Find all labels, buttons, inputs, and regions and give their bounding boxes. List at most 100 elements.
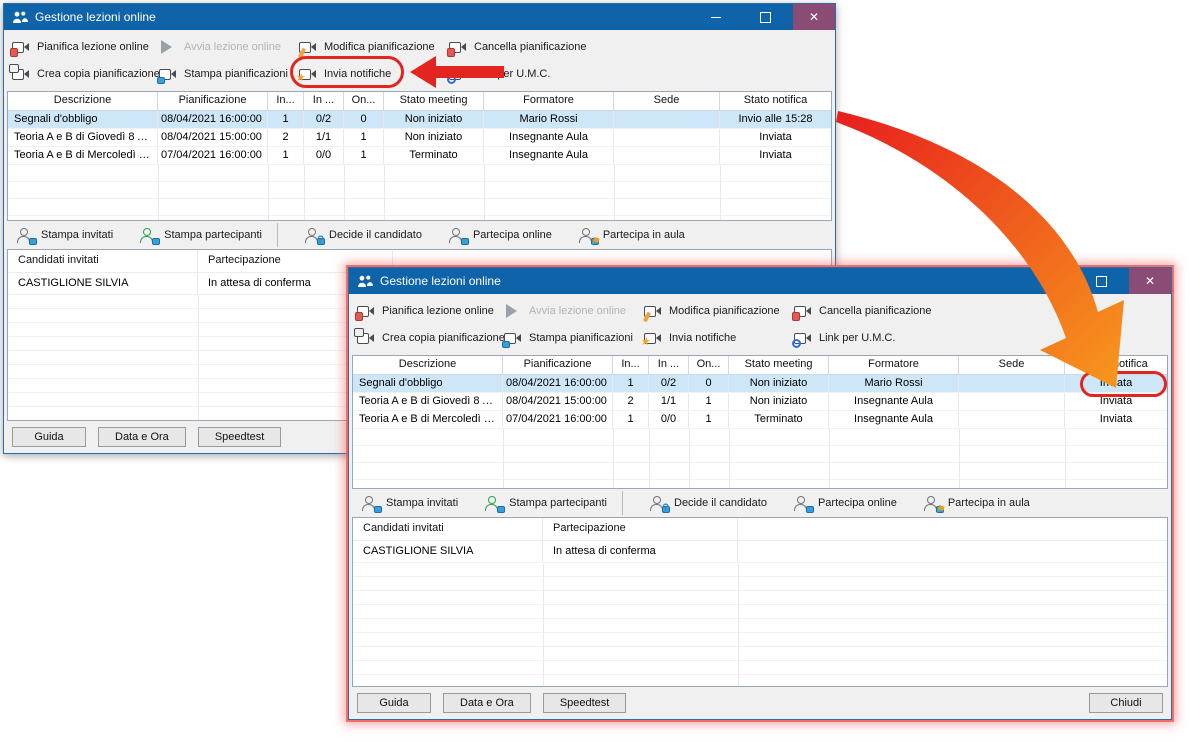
column-header[interactable]: In... bbox=[613, 356, 649, 374]
column-header[interactable]: Pianificazione bbox=[158, 92, 268, 110]
column-header[interactable]: Stato notifica bbox=[1065, 356, 1167, 374]
toolbar-item[interactable]: Modifica pianificazione bbox=[644, 299, 794, 323]
people-icon bbox=[357, 275, 373, 288]
toolbar-item[interactable]: Crea copia pianificazione bbox=[12, 62, 159, 86]
cell-stato-notifica: Inviata bbox=[720, 129, 831, 146]
toolbar-item[interactable]: Pianifica lezione online bbox=[12, 35, 159, 59]
column-header[interactable]: Pianificazione bbox=[503, 356, 613, 374]
cell-descrizione: Teoria A e B di Mercoledì 7 Apr... bbox=[353, 411, 503, 428]
toolbar-item[interactable]: Pianifica lezione online bbox=[357, 299, 504, 323]
cell-stato-meeting: Non iniziato bbox=[729, 375, 829, 392]
cell-sede bbox=[959, 411, 1065, 428]
toolbar-item[interactable]: Link per U.M.C. bbox=[449, 62, 827, 86]
titlebar[interactable]: Gestione lezioni online bbox=[4, 4, 835, 30]
toolbar-item[interactable]: Stampa invitati bbox=[16, 224, 113, 246]
toolbar-item[interactable]: Stampa pianificazioni bbox=[504, 326, 644, 350]
column-header[interactable]: In ... bbox=[304, 92, 344, 110]
footer-button[interactable]: Guida bbox=[12, 427, 86, 447]
cell-empty bbox=[738, 541, 1167, 562]
table-row[interactable]: Segnali d'obbligo 08/04/2021 16:00:00 1 … bbox=[8, 111, 831, 129]
cell-stato-meeting: Terminato bbox=[729, 411, 829, 428]
toolbar-item-label: Modifica pianificazione bbox=[324, 41, 435, 53]
column-header[interactable]: In ... bbox=[649, 356, 689, 374]
people-toolbar: Stampa invitati Stampa partecipanti Decide… bbox=[349, 489, 1171, 517]
column-header[interactable]: Sede bbox=[959, 356, 1065, 374]
cell-in1: 1 bbox=[268, 111, 304, 128]
toolbar-item-label: Pianifica lezione online bbox=[37, 41, 149, 53]
toolbar-item[interactable]: Stampa pianificazioni bbox=[159, 62, 299, 86]
close-button[interactable] bbox=[1129, 268, 1171, 294]
table-row[interactable]: Teoria A e B di Mercoledì 7 Apr... 07/04… bbox=[353, 411, 1167, 429]
toolbar-item[interactable]: Partecipa online bbox=[448, 224, 552, 246]
cell-in2: 1/1 bbox=[649, 393, 689, 410]
cell-stato-notifica: Inviata bbox=[1065, 411, 1167, 428]
column-header[interactable]: Stato notifica bbox=[720, 92, 831, 110]
toolbar-item-label: Decide il candidato bbox=[674, 497, 767, 509]
toolbar-item-label: Invia notifiche bbox=[324, 68, 391, 80]
toolbar-item[interactable]: Invia notifiche bbox=[299, 62, 449, 86]
person-question-icon bbox=[304, 228, 323, 243]
column-header[interactable]: On... bbox=[344, 92, 384, 110]
column-header[interactable]: Partecipazione bbox=[543, 518, 738, 540]
person-print-icon bbox=[361, 496, 380, 511]
footer-button[interactable]: Data e Ora bbox=[98, 427, 186, 447]
table-row[interactable]: Segnali d'obbligo 08/04/2021 16:00:00 1 … bbox=[353, 375, 1167, 393]
column-header[interactable]: Descrizione bbox=[353, 356, 503, 374]
toolbar-item[interactable]: Decide il candidato bbox=[649, 492, 767, 514]
camera-edit-icon bbox=[644, 304, 663, 319]
toolbar-item[interactable]: Modifica pianificazione bbox=[299, 35, 449, 59]
minimize-button[interactable] bbox=[695, 4, 737, 30]
footer-button[interactable]: Guida bbox=[357, 693, 431, 713]
play-icon bbox=[504, 304, 523, 319]
column-header[interactable]: Candidati invitati bbox=[8, 250, 198, 272]
table-row[interactable]: Teoria A e B di Giovedì 8 Aprile... 08/0… bbox=[353, 393, 1167, 411]
table-empty-area bbox=[353, 563, 1167, 686]
toolbar-item[interactable]: Stampa partecipanti bbox=[139, 224, 278, 246]
maximize-button[interactable] bbox=[1080, 268, 1122, 294]
titlebar[interactable]: Gestione lezioni online bbox=[349, 268, 1171, 294]
toolbar-item[interactable]: Stampa partecipanti bbox=[484, 492, 623, 514]
footer-button[interactable]: Data e Ora bbox=[443, 693, 531, 713]
column-header[interactable]: Formatore bbox=[829, 356, 959, 374]
cell-stato-notifica: Inviata bbox=[1065, 393, 1167, 410]
toolbar-item[interactable]: Stampa invitati bbox=[361, 492, 458, 514]
toolbar-item[interactable]: Cancella pianificazione bbox=[449, 35, 827, 59]
toolbar-item[interactable]: Partecipa in aula bbox=[923, 492, 1030, 514]
toolbar-item[interactable]: Crea copia pianificazione bbox=[357, 326, 504, 350]
toolbar-item[interactable]: Partecipa online bbox=[793, 492, 897, 514]
cell-on: 1 bbox=[689, 411, 729, 428]
toolbar-item[interactable]: Link per U.M.C. bbox=[794, 326, 1163, 350]
toolbar-item[interactable]: Cancella pianificazione bbox=[794, 299, 1163, 323]
close-window-button[interactable]: Chiudi bbox=[1089, 693, 1163, 713]
toolbar-item[interactable]: Avvia lezione online bbox=[159, 35, 299, 59]
cell-in2: 0/2 bbox=[649, 375, 689, 392]
column-header[interactable]: Stato meeting bbox=[729, 356, 829, 374]
table-empty-area bbox=[353, 429, 1167, 488]
cell-formatore: Insegnante Aula bbox=[829, 393, 959, 410]
column-header[interactable]: Candidati invitati bbox=[353, 518, 543, 540]
footer-button[interactable]: Speedtest bbox=[198, 427, 282, 447]
participants-table: Candidati invitatiPartecipazione CASTIGL… bbox=[352, 517, 1168, 687]
toolbar-item-label: Stampa pianificazioni bbox=[184, 68, 288, 80]
column-header[interactable]: On... bbox=[689, 356, 729, 374]
column-header[interactable]: Descrizione bbox=[8, 92, 158, 110]
toolbar-item-label: Pianifica lezione online bbox=[382, 305, 494, 317]
table-empty-area bbox=[8, 165, 831, 220]
toolbar-item[interactable]: Avvia lezione online bbox=[504, 299, 644, 323]
close-button[interactable] bbox=[793, 4, 835, 30]
toolbar-item[interactable]: Partecipa in aula bbox=[578, 224, 685, 246]
column-header[interactable]: Stato meeting bbox=[384, 92, 484, 110]
toolbar-item[interactable]: Decide il candidato bbox=[304, 224, 422, 246]
column-header[interactable]: In... bbox=[268, 92, 304, 110]
table-row[interactable]: Teoria A e B di Giovedì 8 Aprile... 08/0… bbox=[8, 129, 831, 147]
column-header[interactable]: Formatore bbox=[484, 92, 614, 110]
column-header[interactable]: Sede bbox=[614, 92, 720, 110]
footer-button[interactable]: Speedtest bbox=[543, 693, 627, 713]
toolbar-item[interactable]: Invia notifiche bbox=[644, 326, 794, 350]
person-print-green-icon bbox=[139, 228, 158, 243]
toolbar-item-label: Stampa invitati bbox=[41, 229, 113, 241]
participant-row[interactable]: CASTIGLIONE SILVIA In attesa di conferma bbox=[353, 541, 1167, 563]
table-row[interactable]: Teoria A e B di Mercoledì 7 Apr... 07/04… bbox=[8, 147, 831, 165]
toolbar-item-label: Avvia lezione online bbox=[529, 305, 626, 317]
maximize-button[interactable] bbox=[744, 4, 786, 30]
